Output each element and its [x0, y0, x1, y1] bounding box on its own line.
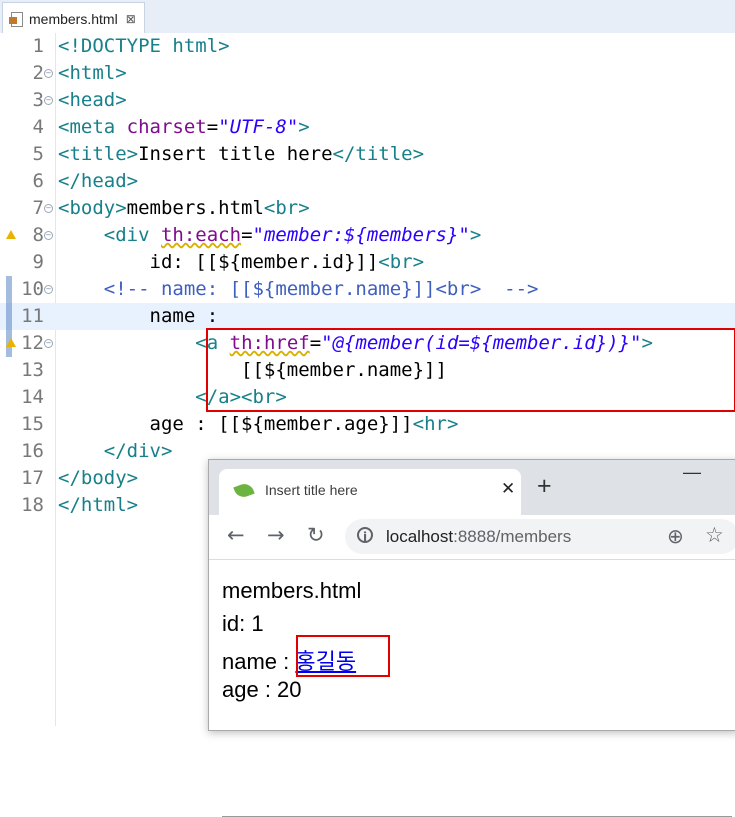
line-number: 10	[21, 278, 44, 300]
code-eq: =	[206, 116, 219, 138]
fold-toggle-icon[interactable]: −	[44, 96, 53, 105]
close-tab-icon[interactable]: ⊠	[126, 12, 136, 26]
code-comment: <!-- name: [[${member.name}]]<br> -->	[103, 278, 539, 300]
line-number: 16	[21, 440, 44, 462]
code-tag-end: >	[298, 116, 310, 138]
code-line-current: 11 name :	[0, 303, 735, 330]
code-tag: <br>	[378, 251, 425, 273]
url-host: localhost	[386, 527, 454, 546]
back-icon[interactable]: ←	[227, 523, 245, 547]
code-line: 7 − <body>members.html<br>	[0, 195, 735, 222]
fold-toggle-icon[interactable]: −	[44, 231, 53, 240]
code-line: 4 <meta charset="UTF-8">	[0, 114, 735, 141]
code-doctype: <!DOCTYPE html>	[58, 35, 230, 57]
line-number: 13	[21, 359, 44, 381]
line-number: 17	[21, 467, 44, 489]
code-tag: <hr>	[412, 413, 459, 435]
code-tag: <meta	[58, 116, 116, 138]
line-number: 4	[32, 116, 44, 138]
code-line: 10 − <!-- name: [[${member.name}]]<br> -…	[0, 276, 735, 303]
line-number: 5	[32, 143, 44, 165]
page-content: members.html id: 1 name : 홍길동 age : 20	[209, 560, 735, 817]
name-label: name :	[222, 649, 296, 674]
line-number: 3	[32, 89, 44, 111]
code-tag: <div	[103, 224, 150, 246]
highlight-box-anchor-code	[206, 328, 735, 412]
highlight-box-link	[296, 635, 390, 677]
code-text: name :	[149, 305, 219, 327]
code-tag: <body>	[58, 197, 127, 219]
url-path: :8888/members	[453, 527, 572, 546]
reload-icon[interactable]: ↻	[307, 523, 325, 547]
code-tag: <title>	[58, 143, 139, 165]
browser-tab-strip: Insert title here ✕ + —	[209, 460, 735, 515]
code-line: 15 age : [[${member.age}]]<hr>	[0, 411, 735, 438]
zoom-icon[interactable]: ⊕	[667, 524, 684, 548]
line-number: 18	[21, 494, 44, 516]
code-tag: </html>	[58, 494, 139, 516]
browser-toolbar: ← → ↻ i localhost:8888/members ⊕ ☆	[209, 515, 735, 560]
code-line: 1 <!DOCTYPE html>	[0, 33, 735, 60]
code-tag: </title>	[332, 143, 425, 165]
fold-toggle-icon[interactable]: −	[44, 339, 53, 348]
fold-toggle-icon[interactable]: −	[44, 285, 53, 294]
code-text: id: [[${member.id}]]	[149, 251, 379, 273]
fold-toggle-icon[interactable]: −	[44, 69, 53, 78]
line-number: 1	[32, 35, 44, 57]
code-line: 2 − <html>	[0, 60, 735, 87]
code-tag: <head>	[58, 89, 127, 111]
code-attr: charset	[126, 116, 207, 138]
page-title-text: members.html	[222, 578, 362, 603]
line-number: 11	[21, 305, 44, 327]
line-number: 6	[32, 170, 44, 192]
code-text: members.html	[126, 197, 264, 219]
line-number: 9	[32, 251, 44, 273]
code-line: 6 </head>	[0, 168, 735, 195]
code-tag-end: >	[469, 224, 482, 246]
code-attr: th:each	[160, 224, 242, 246]
close-tab-icon[interactable]: ✕	[501, 479, 515, 499]
line-number: 2	[32, 62, 44, 84]
browser-tab-title: Insert title here	[265, 482, 358, 498]
code-line: 3 − <head>	[0, 87, 735, 114]
editor-tab-title: members.html	[29, 10, 118, 27]
code-text: age : [[${member.age}]]	[149, 413, 413, 435]
code-string: "member:${members}"	[252, 224, 470, 246]
code-tag: <html>	[58, 62, 127, 84]
address-bar[interactable]: i localhost:8888/members ⊕ ☆	[345, 519, 735, 554]
new-tab-button[interactable]: +	[537, 472, 552, 501]
age-text: age : 20	[222, 677, 302, 702]
info-icon[interactable]: i	[357, 527, 373, 544]
html-file-icon	[9, 11, 23, 27]
code-tag: </div>	[103, 440, 173, 462]
line-number: 12	[21, 332, 44, 354]
code-string: "UTF-8"	[218, 116, 299, 138]
code-tag: </head>	[58, 170, 139, 192]
fold-toggle-icon[interactable]: −	[44, 204, 53, 213]
code-line: 5 <title>Insert title here</title>	[0, 141, 735, 168]
id-text: id: 1	[222, 611, 264, 636]
line-number: 8	[32, 224, 44, 246]
code-line: 8 − <div th:each="member:${members}">	[0, 222, 735, 249]
editor-tab-bar: members.html ⊠	[0, 0, 735, 34]
browser-window: Insert title here ✕ + — ← → ↻ i localhos…	[208, 459, 735, 817]
code-tag: </body>	[58, 467, 139, 489]
bookmark-star-icon[interactable]: ☆	[705, 523, 724, 547]
code-eq: =	[241, 224, 253, 246]
line-number: 7	[32, 197, 44, 219]
browser-tab[interactable]: Insert title here ✕	[219, 469, 521, 515]
url-text[interactable]: localhost:8888/members	[386, 527, 571, 547]
forward-icon[interactable]: →	[267, 523, 285, 547]
code-tag: <br>	[263, 197, 310, 219]
line-number: 15	[21, 413, 44, 435]
line-number: 14	[21, 386, 44, 408]
code-line: 9 id: [[${member.id}]]<br>	[0, 249, 735, 276]
editor-tab-members-html[interactable]: members.html ⊠	[2, 2, 145, 34]
code-text: Insert title here	[138, 143, 333, 165]
spring-leaf-icon	[233, 481, 255, 500]
minimize-button[interactable]: —	[683, 462, 701, 483]
